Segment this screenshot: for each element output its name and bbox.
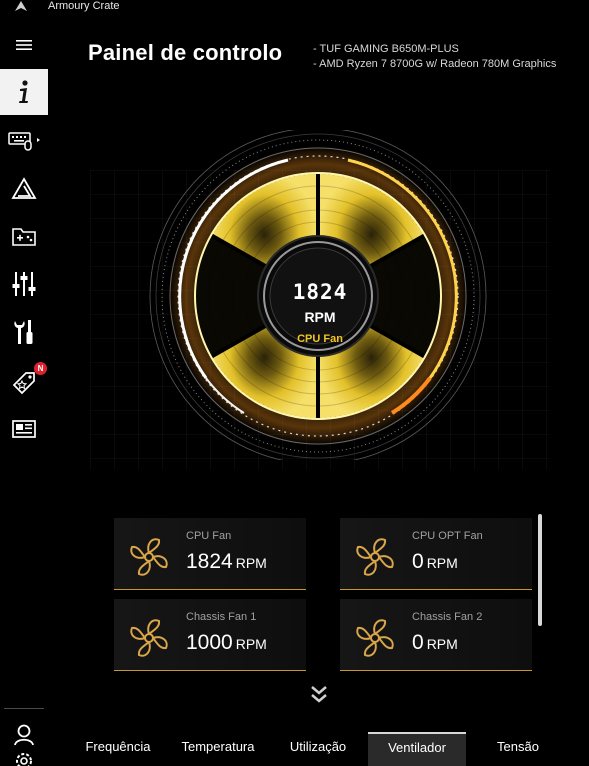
fan-icon [356,538,394,576]
user-icon [14,724,34,746]
news-icon [12,420,36,438]
fan-card-name: Chassis Fan 1 [186,611,257,623]
fan-card-speed-value: 0 [412,550,424,573]
game-library-icon [12,228,36,246]
fan-card-cpu-opt-fan[interactable]: CPU OPT Fan 0 RPM [340,518,532,590]
fan-card-unit: RPM [426,636,458,652]
fan-list-scrollbar[interactable] [538,514,542,678]
fan-icon [130,619,168,657]
fan-card-name: CPU OPT Fan [412,530,483,542]
sidebar-divider [4,708,44,709]
fan-card-chassis-fan-2[interactable]: Chassis Fan 2 0 RPM [340,599,532,671]
hardware-list: TUF GAMING B650M-PLUS AMD Ryzen 7 8700G … [313,42,556,72]
processor-name: AMD Ryzen 7 8700G w/ Radeon 780M Graphic… [313,57,556,72]
scrollbar-thumb[interactable] [538,514,542,626]
new-badge: N [34,362,47,375]
monitor-tabs: Frequência Temperatura Utilização Ventil… [48,732,589,766]
tab-tensao[interactable]: Tensão [480,732,556,766]
fan-card-speed: 1824 RPM [186,550,267,574]
gauge-rpm-unit: RPM [304,309,336,325]
fan-card-unit: RPM [235,555,267,571]
page-title: Painel de controlo [88,40,283,65]
tab-utilizacao[interactable]: Utilização [278,732,358,766]
tools-icon [14,320,33,344]
sidebar-item-game-library[interactable] [0,213,48,259]
gauge-fan-label: CPU Fan [297,333,343,345]
equalizer-sliders-icon [12,272,36,296]
fan-gauge: 1824 RPM CPU Fan [90,130,550,470]
fan-card-cpu-fan[interactable]: CPU Fan 1824 RPM [114,518,306,590]
fan-card-name: Chassis Fan 2 [412,611,483,623]
hamburger-menu-icon [16,40,32,50]
fan-icon [130,538,168,576]
title-bar: Armoury Crate [0,0,589,14]
sidebar-item-scenario[interactable] [0,261,48,307]
fan-card-speed-value: 1824 [186,550,233,573]
aura-sync-icon [11,177,37,199]
fan-card-unit: RPM [235,636,267,652]
tab-ventilador[interactable]: Ventilador [368,732,466,766]
sidebar-item-info[interactable] [0,69,48,115]
sidebar-item-device[interactable] [0,118,48,164]
keyboard-mouse-icon [8,132,40,151]
gauge-rpm-value: 1824 [292,280,348,304]
fan-card-speed: 0 RPM [412,631,458,655]
motherboard-name: TUF GAMING B650M-PLUS [313,42,556,57]
info-icon [19,80,28,103]
fan-card-name: CPU Fan [186,530,232,542]
fan-icon [356,619,394,657]
gear-icon [16,753,32,766]
fan-card-speed-value: 0 [412,631,424,654]
sidebar-item-news[interactable] [0,406,48,452]
fan-card-speed-value: 1000 [186,631,233,654]
fan-card-unit: RPM [426,555,458,571]
sidebar: N [0,14,48,766]
sidebar-item-aura[interactable] [0,166,48,212]
tab-frequencia[interactable]: Frequência [78,732,158,766]
fan-card-chassis-fan-1[interactable]: Chassis Fan 1 1000 RPM [114,599,306,671]
sidebar-item-settings[interactable] [0,750,48,766]
sidebar-item-tools[interactable] [0,309,48,355]
app-title: Armoury Crate [48,0,120,12]
sidebar-item-deals[interactable]: N [0,358,48,404]
hamburger-menu-button[interactable] [0,22,48,68]
double-chevron-down-icon[interactable] [309,684,329,706]
armoury-crate-logo-icon [15,1,27,11]
tab-temperatura[interactable]: Temperatura [172,732,264,766]
fan-card-speed: 1000 RPM [186,631,267,655]
fan-card-speed: 0 RPM [412,550,458,574]
